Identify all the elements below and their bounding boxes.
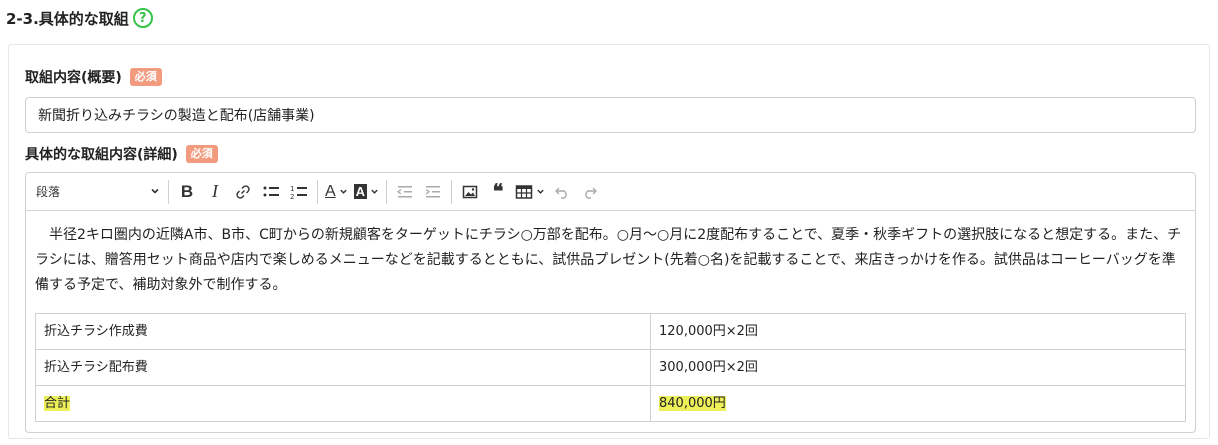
chevron-down-icon (370, 187, 379, 196)
table-cell-item: 折込チラシ作成費 (35, 313, 651, 350)
undo-icon[interactable] (551, 178, 573, 206)
link-icon[interactable] (232, 178, 254, 206)
required-badge: 必須 (185, 145, 218, 163)
question-circle-icon[interactable]: ? (132, 8, 153, 28)
table-cell-amount: 840,000円 (650, 385, 1186, 422)
italic-icon[interactable]: I (204, 178, 226, 206)
table-cell-amount: 300,000円×2回 (650, 349, 1186, 386)
table-row-total: 合計 840,000円 (35, 385, 1186, 422)
toolbar-separator (317, 179, 318, 204)
cost-table: 折込チラシ作成費 120,000円×2回 折込チラシ配布費 300,000円×2… (35, 313, 1186, 422)
detail-label: 具体的な取組内容(詳細) (25, 147, 178, 163)
chevron-down-icon (150, 185, 160, 199)
font-background-color-button[interactable]: A (353, 178, 379, 206)
amount-text: 120,000円×2回 (659, 324, 758, 339)
image-icon[interactable] (459, 178, 481, 206)
font-color-icon: A (325, 182, 336, 200)
section-title: 2-3.具体的な取組 (6, 9, 129, 28)
indent-icon[interactable] (422, 178, 444, 206)
editor-content[interactable]: 半径2キロ圏内の近隣A市、B市、C町からの新規顧客をターゲットにチラシ○万部を配… (26, 211, 1195, 422)
toolbar-separator (386, 179, 388, 204)
table-cell-item: 折込チラシ配布費 (35, 349, 651, 386)
numbered-list-icon[interactable]: 12 (288, 178, 310, 206)
outdent-icon[interactable] (394, 178, 416, 206)
table-cell-item: 合計 (35, 385, 651, 422)
summary-label-row: 取組内容(概要) 必須 (25, 67, 162, 87)
svg-text:1: 1 (290, 185, 294, 193)
heading-dropdown-value: 段落 (36, 185, 61, 199)
detail-paragraph: 半径2キロ圏内の近隣A市、B市、C町からの新規顧客をターゲットにチラシ○万部を配… (35, 227, 1182, 293)
item-text: 折込チラシ配布費 (44, 360, 148, 375)
font-background-color-icon: A (353, 184, 368, 199)
redo-icon[interactable] (579, 178, 601, 206)
section-header: 2-3.具体的な取組 ? (6, 0, 1218, 36)
bulleted-list-icon[interactable] (260, 178, 282, 206)
total-amount: 840,000円 (659, 396, 726, 411)
table-row: 折込チラシ配布費 300,000円×2回 (35, 349, 1186, 386)
item-text: 折込チラシ作成費 (44, 324, 148, 339)
chevron-down-icon (339, 187, 348, 196)
heading-dropdown[interactable]: 段落 (32, 178, 164, 206)
editor-toolbar: 段落 B I 12 A A ❝ (26, 173, 1195, 211)
form-card: 取組内容(概要) 必須 具体的な取組内容(詳細) 必須 段落 B I (8, 44, 1210, 439)
toolbar-separator (451, 179, 453, 204)
summary-input[interactable] (25, 97, 1196, 133)
font-color-button[interactable]: A (325, 178, 348, 206)
toolbar-separator (168, 179, 169, 204)
table-button[interactable] (515, 178, 545, 206)
bold-icon[interactable]: B (176, 178, 198, 206)
table-cell-amount: 120,000円×2回 (650, 313, 1186, 350)
page: 2-3.具体的な取組 ? 取組内容(概要) 必須 具体的な取組内容(詳細) 必須… (0, 0, 1218, 445)
summary-label: 取組内容(概要) (25, 70, 122, 86)
chevron-down-icon (536, 187, 545, 196)
detail-label-row: 具体的な取組内容(詳細) 必須 (25, 144, 218, 164)
table-icon (515, 184, 533, 200)
table-row: 折込チラシ作成費 120,000円×2回 (35, 313, 1186, 350)
rich-text-editor: 段落 B I 12 A A ❝ 半径2キロ圏内の近隣A市、B市、C町からの新規顧… (25, 172, 1196, 433)
amount-text: 300,000円×2回 (659, 360, 758, 375)
svg-text:2: 2 (290, 193, 294, 200)
required-badge: 必須 (129, 68, 162, 86)
total-label: 合計 (44, 396, 71, 411)
blockquote-icon[interactable]: ❝ (487, 178, 509, 206)
